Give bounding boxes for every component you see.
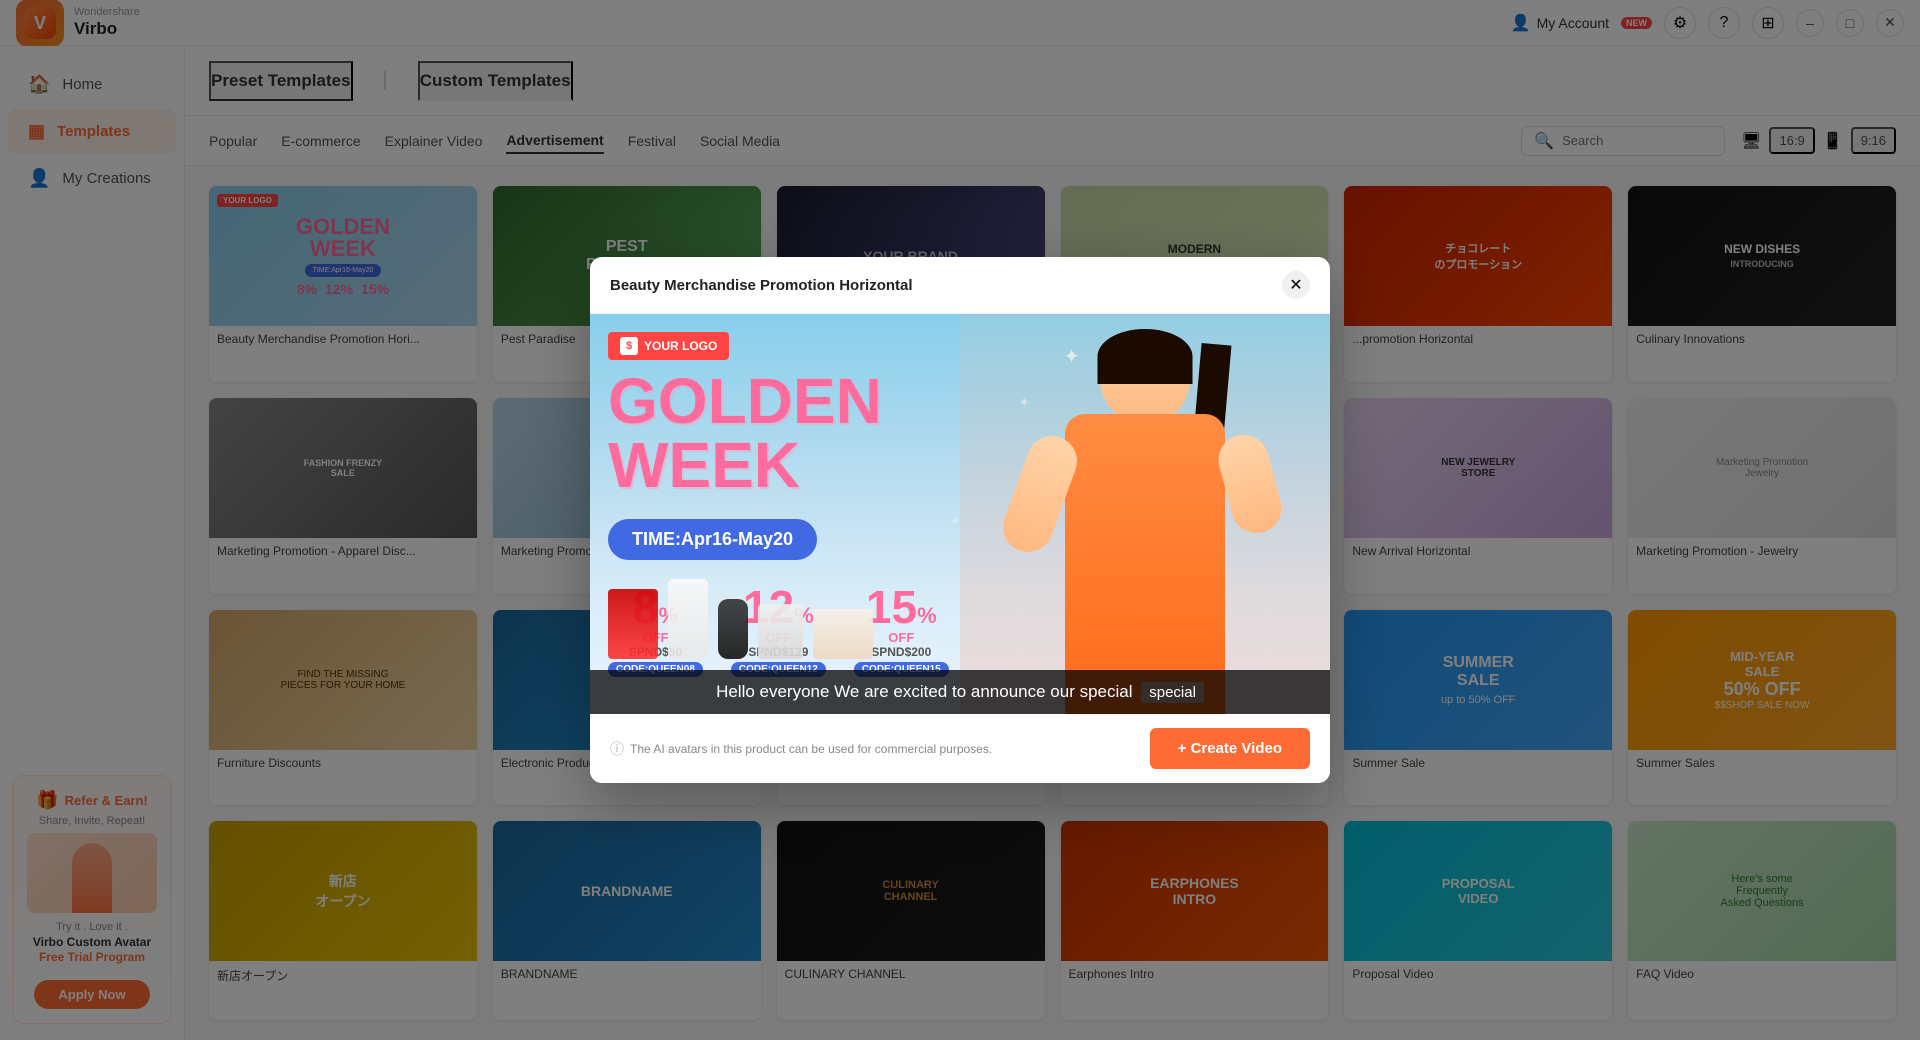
modal-title: Beauty Merchandise Promotion Horizontal [610, 277, 913, 294]
preview-person [960, 314, 1330, 714]
preview-products [608, 579, 950, 659]
modal-preview: ✦ ✦ ✦ ✦ $ YOUR LOGO GOLDEN WEEK TIME:Apr… [590, 314, 1330, 714]
footer-info: ⓘ The AI avatars in this product can be … [610, 739, 1138, 759]
info-icon: ⓘ [610, 739, 624, 759]
preview-logo-text: YOUR LOGO [644, 339, 717, 353]
preview-time-block: TIME:Apr16-May20 [608, 519, 817, 560]
modal-overlay[interactable]: Beauty Merchandise Promotion Horizontal … [0, 0, 1920, 1040]
modal-footer: ⓘ The AI avatars in this product can be … [590, 714, 1330, 783]
footer-info-text: The AI avatars in this product can be us… [630, 742, 992, 756]
modal-close-button[interactable]: ✕ [1282, 271, 1310, 299]
preview-subtitle: Hello everyone We are excited to announc… [590, 670, 1330, 714]
create-video-button[interactable]: + Create Video [1150, 728, 1310, 769]
preview-time-text: TIME:Apr16-May20 [608, 519, 817, 560]
preview-logo: $ YOUR LOGO [608, 332, 729, 360]
template-preview-modal: Beauty Merchandise Promotion Horizontal … [590, 257, 1330, 783]
preview-golden-text: GOLDEN [608, 369, 950, 433]
preview-week-text: WEEK [608, 433, 950, 497]
preview-subtitle-text: Hello everyone We are excited to announc… [716, 682, 1132, 701]
preview-title-block: GOLDEN WEEK [608, 369, 950, 497]
modal-header: Beauty Merchandise Promotion Horizontal … [590, 257, 1330, 314]
